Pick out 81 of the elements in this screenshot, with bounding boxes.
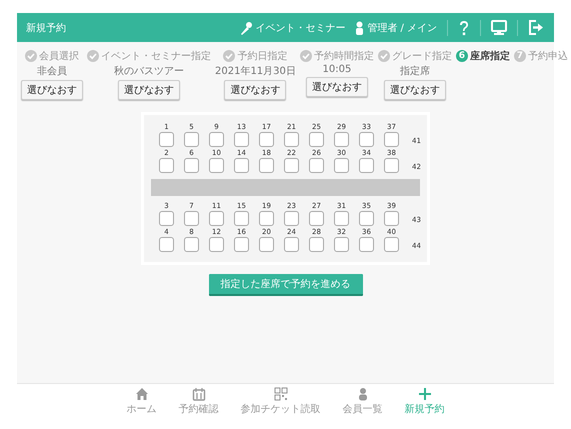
check-icon: [25, 50, 37, 62]
seat-checkbox[interactable]: [334, 211, 349, 226]
reselect-button[interactable]: 選びなおす: [224, 80, 286, 100]
seat-checkbox[interactable]: [309, 211, 324, 226]
seat-checkbox[interactable]: [384, 211, 399, 226]
page-title: 新規予約: [26, 22, 66, 34]
seat-checkbox[interactable]: [359, 211, 374, 226]
seat-checkbox[interactable]: [234, 237, 249, 252]
monitor-icon[interactable]: [491, 20, 507, 35]
event-link[interactable]: イベント・セミナー: [240, 20, 346, 34]
seat-checkbox[interactable]: [259, 158, 274, 173]
seat-checkbox[interactable]: [284, 158, 299, 173]
help-icon[interactable]: [458, 20, 470, 36]
seat-checkbox[interactable]: [359, 158, 374, 173]
seat-checkbox[interactable]: [209, 211, 224, 226]
seat-checkbox[interactable]: [184, 211, 199, 226]
check-icon: [300, 50, 312, 62]
seat-checkbox[interactable]: [284, 237, 299, 252]
seat-checkbox[interactable]: [359, 132, 374, 147]
seat-checkbox[interactable]: [184, 158, 199, 173]
seat-checkbox[interactable]: [259, 132, 274, 147]
nav-item[interactable]: 新規予約: [404, 387, 444, 421]
seat-checkbox[interactable]: [209, 132, 224, 147]
seat-checkbox[interactable]: [184, 237, 199, 252]
step-label: 予約日指定: [237, 50, 288, 62]
step-label: 予約時間指定: [314, 50, 374, 62]
seat-checkbox[interactable]: [159, 158, 174, 173]
reselect-button[interactable]: 選びなおす: [21, 80, 83, 100]
seat-checkbox[interactable]: [284, 211, 299, 226]
seat-checkbox[interactable]: [334, 158, 349, 173]
plus-icon: [418, 387, 432, 401]
seat-checkbox[interactable]: [284, 132, 299, 147]
nav-item[interactable]: 参加チケット読取: [240, 387, 320, 421]
seat-checkbox[interactable]: [384, 237, 399, 252]
step-value: 非会員: [37, 64, 67, 78]
seat-checkbox[interactable]: [309, 132, 324, 147]
seat-checkbox[interactable]: [334, 237, 349, 252]
step-label: イベント・セミナー指定: [101, 50, 211, 62]
step-label: 会員選択: [39, 50, 79, 62]
seat-checkbox[interactable]: [259, 237, 274, 252]
step-label: 予約申込: [528, 50, 568, 62]
check-icon: [378, 50, 390, 62]
qr-code-icon: [274, 387, 288, 401]
reselect-button[interactable]: 選びなおす: [118, 80, 180, 100]
seat-checkbox[interactable]: [209, 237, 224, 252]
seat-checkbox[interactable]: [384, 158, 399, 173]
seat-checkbox[interactable]: [209, 158, 224, 173]
seat-checkbox[interactable]: [234, 158, 249, 173]
reselect-button[interactable]: 選びなおす: [306, 77, 368, 97]
step-label: 座席指定: [470, 49, 510, 62]
logout-icon[interactable]: [528, 20, 544, 35]
step-number: 6: [456, 50, 468, 62]
seat-checkbox[interactable]: [384, 132, 399, 147]
user-link[interactable]: 管理者 / メイン: [355, 20, 437, 34]
seat-checkbox[interactable]: [334, 132, 349, 147]
person-icon: [355, 20, 364, 34]
seat-checkbox[interactable]: [309, 237, 324, 252]
seat-checkbox[interactable]: [234, 132, 249, 147]
nav-item[interactable]: 会員一覧: [342, 387, 382, 421]
seat-checkbox[interactable]: [159, 132, 174, 147]
nav-item[interactable]: ホーム: [126, 387, 156, 421]
proceed-button[interactable]: 指定した座席で予約を進める: [208, 274, 362, 296]
step-label: グレード指定: [392, 50, 452, 62]
reselect-button[interactable]: 選びなおす: [384, 80, 446, 100]
check-icon: [87, 50, 99, 62]
step-value: 2021年11月30日: [215, 65, 296, 78]
microphone-icon: [240, 20, 252, 34]
check-icon: [223, 50, 236, 62]
step-value: 秋のバスツアー: [114, 64, 184, 78]
step-value: 10:05: [322, 64, 352, 75]
seat-checkbox[interactable]: [184, 132, 199, 147]
seat-checkbox[interactable]: [234, 211, 249, 226]
home-icon: [134, 387, 148, 401]
seat-checkbox[interactable]: [359, 237, 374, 252]
calendar-icon: [192, 387, 206, 401]
seat-checkbox[interactable]: [309, 158, 324, 173]
step-value: 指定席: [400, 64, 430, 78]
seat-checkbox[interactable]: [159, 237, 174, 252]
seat-checkbox[interactable]: [259, 211, 274, 226]
nav-item[interactable]: 予約確認: [178, 387, 218, 421]
seat-checkbox[interactable]: [159, 211, 174, 226]
